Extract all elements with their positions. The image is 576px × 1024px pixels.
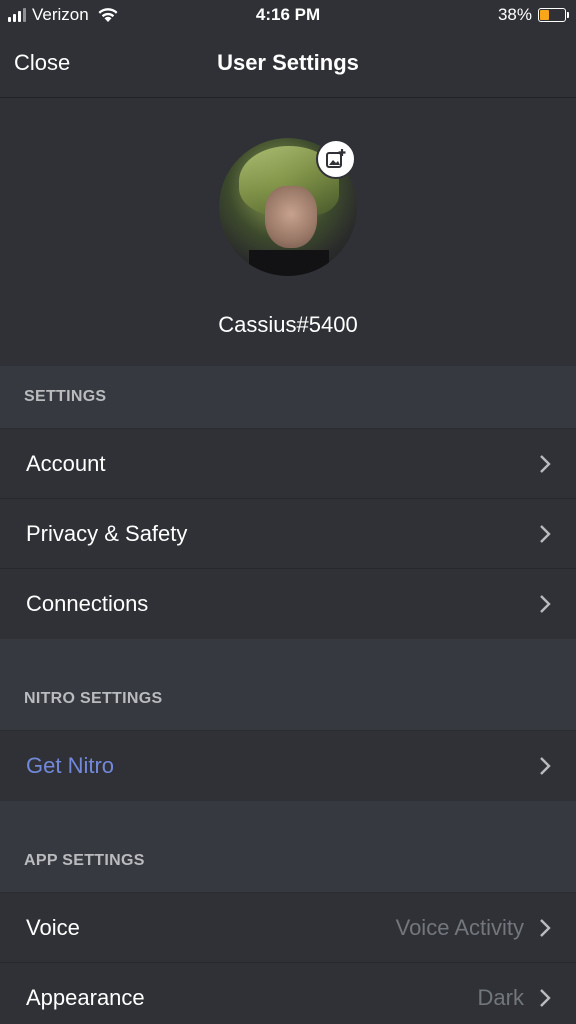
profile-section: Cassius#5400 bbox=[0, 98, 576, 366]
settings-item-privacy-safety[interactable]: Privacy & Safety bbox=[0, 499, 576, 569]
chevron-right-icon bbox=[540, 757, 551, 775]
row-label: Get Nitro bbox=[26, 753, 115, 778]
app-item-appearance[interactable]: Appearance Dark bbox=[0, 963, 576, 1024]
row-label: Privacy & Safety bbox=[26, 521, 188, 546]
chevron-right-icon bbox=[540, 525, 551, 543]
status-time: 4:16 PM bbox=[255, 5, 321, 24]
page-title: User Settings bbox=[217, 50, 359, 75]
row-label: Connections bbox=[26, 591, 149, 616]
row-value: Voice Activity bbox=[395, 915, 524, 940]
chevron-right-icon bbox=[540, 919, 551, 937]
row-value: Dark bbox=[477, 985, 524, 1010]
section-label-app: APP SETTINGS bbox=[24, 852, 145, 869]
settings-item-account[interactable]: Account bbox=[0, 429, 576, 499]
status-bar: Verizon 4:16 PM 38% bbox=[0, 0, 576, 32]
chevron-right-icon bbox=[540, 455, 551, 473]
app-item-voice[interactable]: Voice Voice Activity bbox=[0, 893, 576, 963]
battery-level bbox=[540, 10, 550, 20]
section-label-nitro: NITRO SETTINGS bbox=[24, 690, 163, 707]
row-label: Voice bbox=[26, 915, 80, 940]
row-label: Account bbox=[26, 451, 106, 476]
section-label-settings: SETTINGS bbox=[24, 388, 107, 405]
status-right: 38% bbox=[497, 5, 569, 25]
nitro-item-get-nitro[interactable]: Get Nitro bbox=[0, 731, 576, 801]
settings-item-connections[interactable]: Connections bbox=[0, 569, 576, 639]
battery-percent: 38% bbox=[497, 5, 532, 24]
battery-icon bbox=[538, 8, 569, 22]
row-label: Appearance bbox=[26, 985, 145, 1010]
nitro-section-header: NITRO SETTINGS bbox=[0, 639, 576, 731]
chevron-right-icon bbox=[540, 989, 551, 1007]
add-image-icon[interactable] bbox=[316, 139, 356, 179]
navigation-header: Close User Settings bbox=[0, 32, 576, 98]
app-section-header: APP SETTINGS bbox=[0, 801, 576, 893]
settings-section-header: SETTINGS bbox=[0, 366, 576, 429]
username: Cassius#5400 bbox=[218, 312, 358, 337]
chevron-right-icon bbox=[540, 595, 551, 613]
